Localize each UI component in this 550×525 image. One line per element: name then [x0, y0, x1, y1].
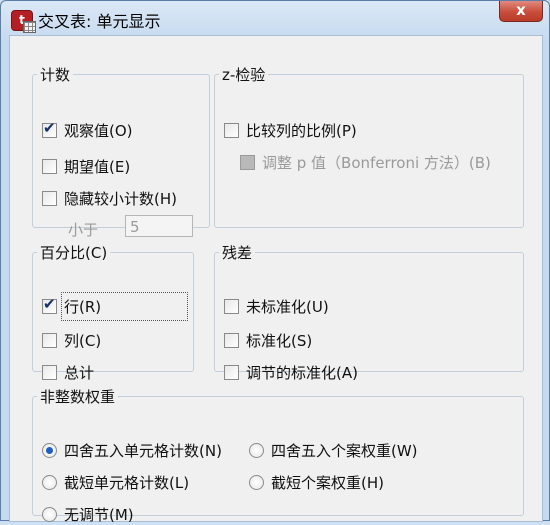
round-cell-counts-radio[interactable]: 四舍五入单元格计数(N): [42, 440, 222, 461]
column-percentage-checkbox[interactable]: 列(C): [42, 330, 101, 351]
adjusted-standardized-checkbox-box[interactable]: [224, 365, 239, 380]
standardized-checkbox-box[interactable]: [224, 333, 239, 348]
total-percentage-label: 总计: [64, 364, 95, 382]
round-cell-counts-radio-button[interactable]: [42, 443, 57, 458]
column-percentage-checkbox-box[interactable]: [42, 333, 57, 348]
truncate-case-weights-radio-button[interactable]: [249, 475, 264, 490]
row-percentage-label: 行(R): [64, 298, 102, 316]
residuals-legend: 残差: [222, 244, 253, 262]
expected-checkbox[interactable]: 期望值(E): [42, 156, 130, 177]
round-case-weights-label: 四舍五入个案权重(W): [271, 442, 418, 460]
observed-checkbox[interactable]: 观察值(O): [42, 119, 133, 141]
observed-checkbox-box[interactable]: [42, 119, 57, 138]
unstandardized-checkbox-box[interactable]: [224, 299, 239, 314]
total-percentage-checkbox-box[interactable]: [42, 365, 57, 380]
unstandardized-label: 未标准化(U): [246, 298, 329, 316]
truncate-cell-counts-radio[interactable]: 截短单元格计数(L): [42, 472, 189, 493]
noninteger-weights-legend: 非整数权重: [40, 388, 116, 406]
round-case-weights-radio-button[interactable]: [249, 443, 264, 458]
expected-checkbox-box[interactable]: [42, 159, 57, 174]
truncate-cell-counts-radio-button[interactable]: [42, 475, 57, 490]
counts-legend: 计数: [40, 66, 71, 84]
round-cell-counts-label: 四舍五入单元格计数(N): [64, 442, 222, 460]
dialog-window: t 交叉表: 单元显示 x 计数 观察值(O) 期望值(E) 隐藏较小计数(H)…: [0, 0, 550, 524]
hide-small-counts-label: 隐藏较小计数(H): [64, 190, 177, 208]
truncate-case-weights-label: 截短个案权重(H): [271, 474, 384, 492]
row-percentage-checkbox-box[interactable]: [42, 295, 57, 314]
dialog-content: 计数 观察值(O) 期望值(E) 隐藏较小计数(H) 小于 5 z-检验 比较列…: [9, 35, 543, 524]
hide-small-counts-checkbox-box[interactable]: [42, 191, 57, 206]
standardized-label: 标准化(S): [246, 332, 313, 350]
no-adjustment-radio-button[interactable]: [42, 507, 57, 522]
noninteger-weights-group: 非整数权重 四舍五入单元格计数(N) 四舍五入个案权重(W) 截短单元格计数(L…: [32, 386, 524, 524]
standardized-checkbox[interactable]: 标准化(S): [224, 330, 312, 351]
truncate-case-weights-radio[interactable]: 截短个案权重(H): [249, 472, 384, 493]
round-case-weights-radio[interactable]: 四舍五入个案权重(W): [249, 440, 418, 461]
crosstabs-app-icon: t: [11, 10, 36, 33]
counts-group: 计数 观察值(O) 期望值(E) 隐藏较小计数(H) 小于 5: [32, 64, 210, 239]
bonferroni-label: 调整 p 值（Bonferroni 方法）(B): [262, 154, 491, 172]
residuals-group: 残差 未标准化(U) 标准化(S) 调节的标准化(A): [214, 242, 524, 382]
truncate-cell-counts-label: 截短单元格计数(L): [64, 474, 190, 492]
compare-column-proportions-checkbox[interactable]: 比较列的比例(P): [224, 120, 357, 141]
adjusted-standardized-label: 调节的标准化(A): [246, 364, 358, 382]
percentages-group: 百分比(C) 行(R) 列(C) 总计: [32, 242, 194, 382]
close-button[interactable]: x: [499, 1, 543, 22]
less-than-input[interactable]: 5: [125, 215, 193, 237]
expected-label: 期望值(E): [64, 158, 131, 176]
total-percentage-checkbox[interactable]: 总计: [42, 362, 94, 383]
window-title: 交叉表: 单元显示: [38, 12, 161, 31]
adjusted-standardized-checkbox[interactable]: 调节的标准化(A): [224, 362, 358, 383]
observed-label: 观察值(O): [64, 122, 133, 140]
hide-small-counts-checkbox[interactable]: 隐藏较小计数(H): [42, 188, 177, 209]
compare-column-proportions-checkbox-box[interactable]: [224, 123, 239, 138]
no-adjustment-label: 无调节(M): [64, 506, 134, 524]
unstandardized-checkbox[interactable]: 未标准化(U): [224, 296, 329, 317]
title-bar[interactable]: t 交叉表: 单元显示 x: [1, 1, 549, 35]
bonferroni-checkbox-box[interactable]: [240, 155, 255, 170]
z-test-group: z-检验 比较列的比例(P) 调整 p 值（Bonferroni 方法）(B): [214, 64, 524, 228]
bonferroni-checkbox[interactable]: 调整 p 值（Bonferroni 方法）(B): [240, 152, 491, 173]
column-percentage-label: 列(C): [64, 332, 102, 350]
no-adjustment-radio[interactable]: 无调节(M): [42, 504, 134, 525]
z-test-legend: z-检验: [222, 66, 266, 84]
percentages-legend: 百分比(C): [40, 244, 108, 262]
compare-column-proportions-label: 比较列的比例(P): [246, 122, 357, 140]
less-than-label: 小于: [68, 221, 99, 239]
row-percentage-checkbox[interactable]: 行(R): [42, 295, 102, 317]
